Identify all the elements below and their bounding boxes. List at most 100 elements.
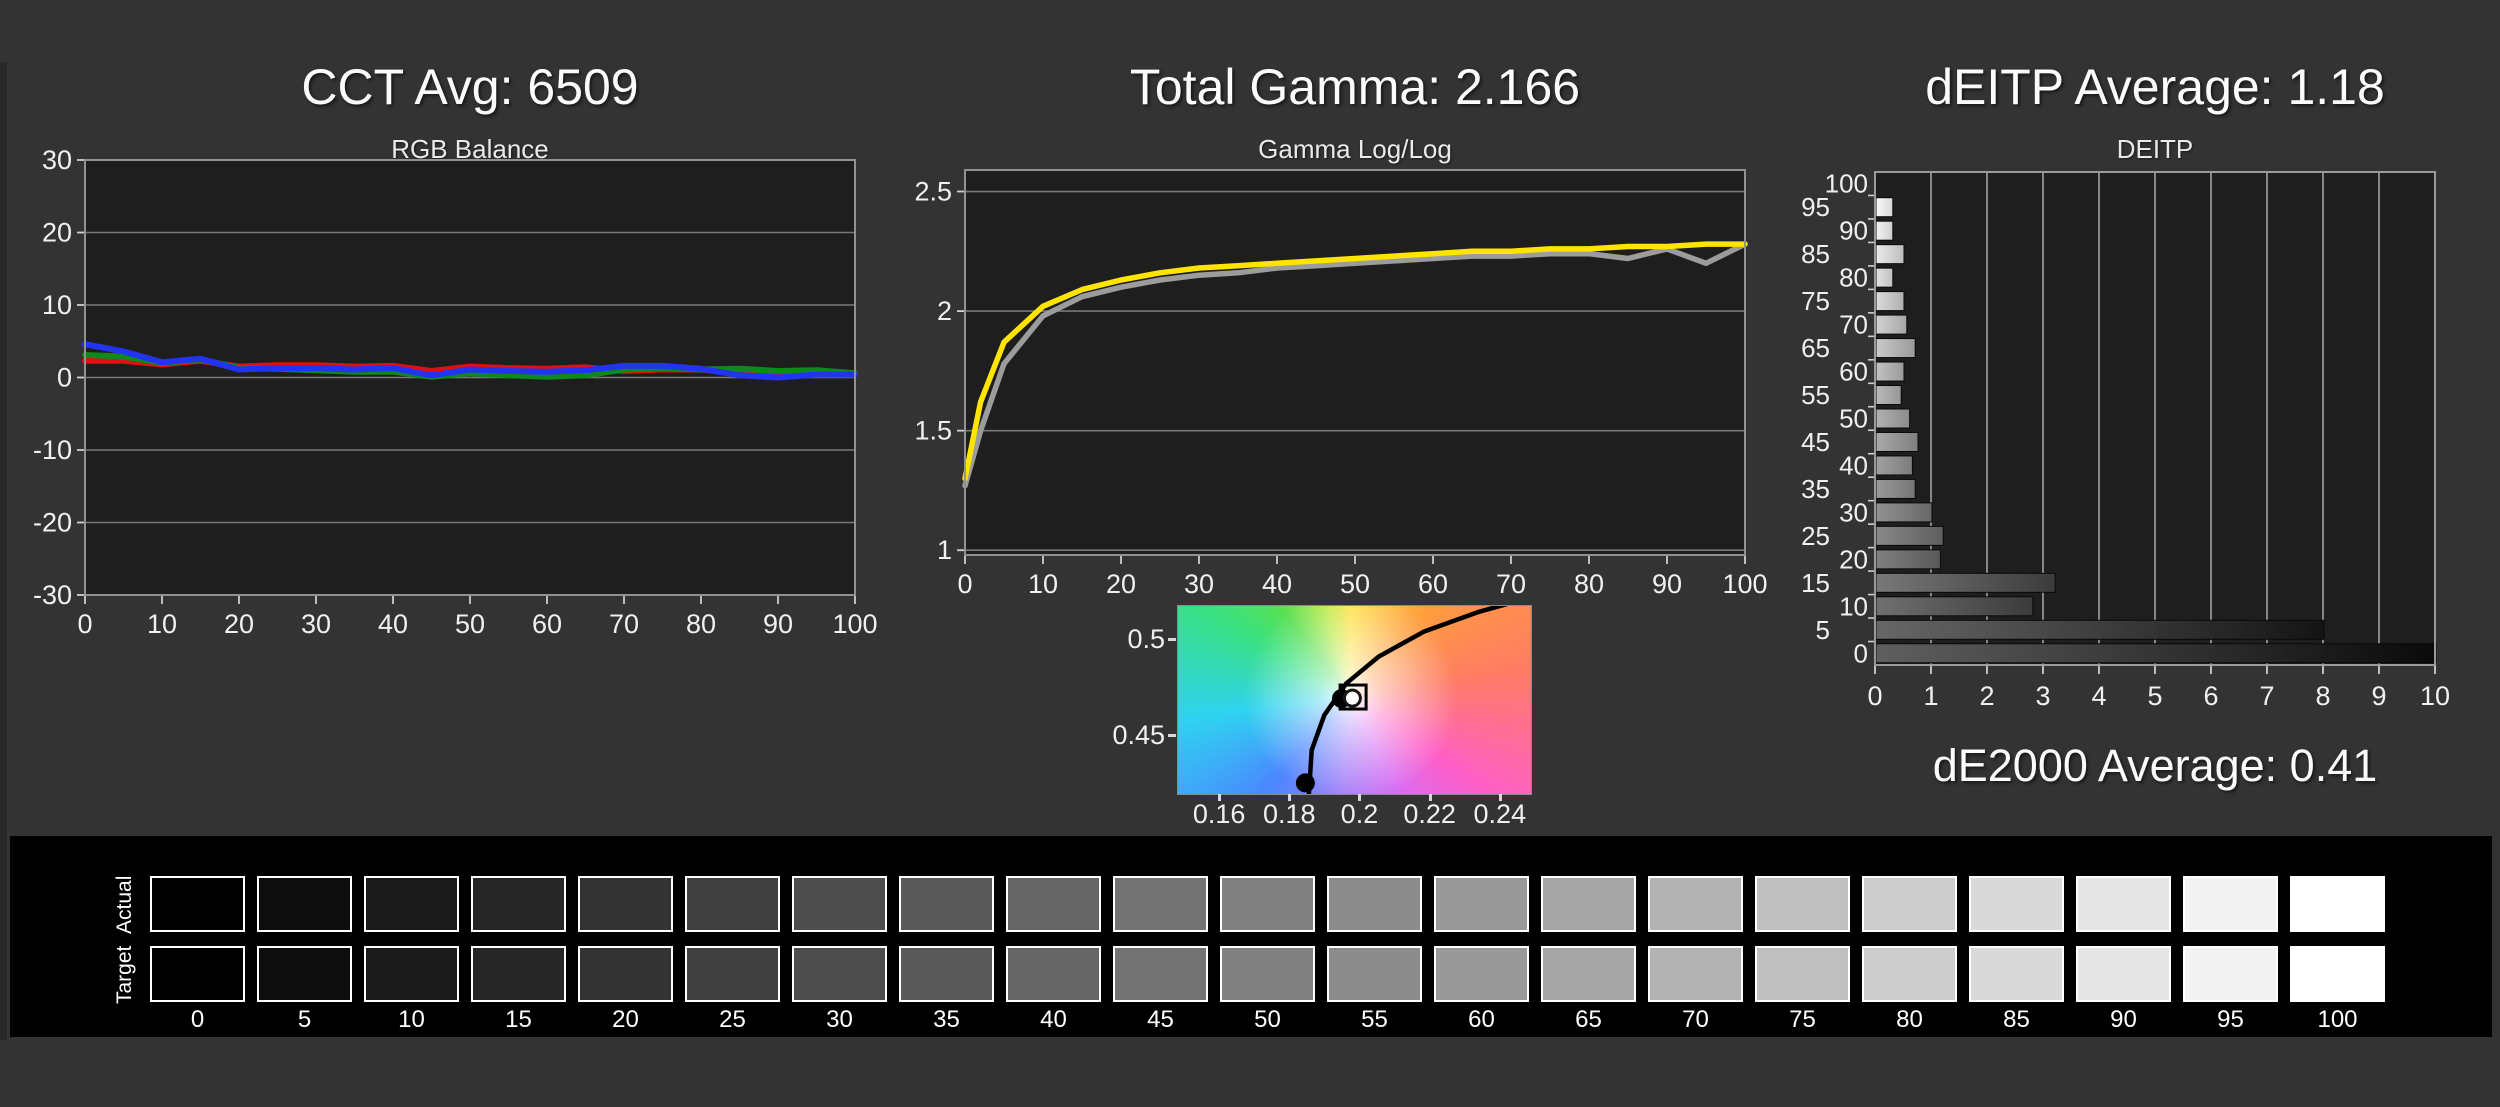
rgb-balance-chart: 3020100-10-20-300 10 20 30 40 50 60 70 80 90 100 bbox=[33, 145, 878, 639]
y-tick-label: -20 bbox=[33, 508, 72, 538]
target-swatch-90 bbox=[2076, 946, 2171, 1002]
target-swatch-85 bbox=[1969, 946, 2064, 1002]
x-tick-label: 9 bbox=[2371, 681, 2386, 710]
target-swatch-5 bbox=[257, 946, 352, 1002]
actual-swatch-75 bbox=[1755, 876, 1850, 932]
target-swatch-15 bbox=[471, 946, 566, 1002]
target-swatch-100 bbox=[2290, 946, 2385, 1002]
deitp-bar-20 bbox=[1875, 549, 1941, 570]
target-swatch-45 bbox=[1113, 946, 1208, 1002]
deitp-level-label: 95 bbox=[1801, 192, 1830, 222]
deitp-level-label: 100 bbox=[1825, 169, 1868, 199]
cie-y-tick bbox=[1168, 638, 1176, 642]
grayscale-level-label: 50 bbox=[1254, 1006, 1281, 1033]
grayscale-column-5: 5 bbox=[257, 836, 352, 1037]
actual-swatch-10 bbox=[364, 876, 459, 932]
cie-overlay bbox=[1295, 606, 1509, 794]
grayscale-column-60: 60 bbox=[1434, 836, 1529, 1037]
deitp-level-label: 0 bbox=[1854, 638, 1868, 668]
marker-measured-low bbox=[1295, 773, 1315, 793]
y-tick-label: -10 bbox=[33, 435, 72, 465]
x-tick-label: 10 bbox=[2420, 681, 2450, 710]
cie-x-label: 0.24 bbox=[1473, 799, 1527, 829]
deitp-bar-50 bbox=[1875, 408, 1911, 429]
x-tick-label: 1 bbox=[1923, 681, 1938, 710]
deitp-level-label: 45 bbox=[1801, 427, 1830, 457]
grayscale-level-label: 80 bbox=[1896, 1006, 1923, 1033]
grayscale-column-25: 25 bbox=[685, 836, 780, 1037]
x-tick-label: 7 bbox=[2259, 681, 2274, 710]
total-gamma-title: Total Gamma: 2.166 bbox=[1129, 59, 1581, 115]
deitp-level-label: 35 bbox=[1801, 474, 1830, 504]
grayscale-level-label: 70 bbox=[1682, 1006, 1709, 1033]
actual-swatch-80 bbox=[1862, 876, 1957, 932]
grayscale-column-15: 15 bbox=[471, 836, 566, 1037]
actual-swatch-50 bbox=[1220, 876, 1315, 932]
x-tick-label: 4 bbox=[2091, 681, 2106, 710]
x-tick-label: 30 bbox=[1184, 569, 1214, 599]
x-tick-label: 50 bbox=[1340, 569, 1370, 599]
deitp-bar-40 bbox=[1875, 455, 1913, 476]
plot-background bbox=[965, 170, 1745, 555]
y-tick-label: 0 bbox=[57, 363, 72, 393]
grayscale-column-0: 0 bbox=[150, 836, 245, 1037]
deitp-bar-35 bbox=[1875, 478, 1916, 499]
deitp-level-label: 40 bbox=[1839, 450, 1868, 480]
grayscale-column-55: 55 bbox=[1327, 836, 1422, 1037]
grayscale-level-label: 5 bbox=[297, 1006, 312, 1033]
cie-x-tick bbox=[1428, 794, 1432, 801]
x-tick-label: 60 bbox=[532, 609, 562, 639]
actual-swatch-90 bbox=[2076, 876, 2171, 932]
x-tick-label: 10 bbox=[1028, 569, 1058, 599]
grayscale-column-50: 50 bbox=[1220, 836, 1315, 1037]
actual-swatch-5 bbox=[257, 876, 352, 932]
y-tick-label: 30 bbox=[42, 145, 72, 175]
x-tick-label: 10 bbox=[147, 609, 177, 639]
grayscale-level-label: 45 bbox=[1147, 1006, 1174, 1033]
grayscale-column-85: 85 bbox=[1969, 836, 2064, 1037]
y-tick-label: 10 bbox=[42, 290, 72, 320]
x-tick-label: 0 bbox=[1867, 681, 1882, 710]
actual-swatch-55 bbox=[1327, 876, 1422, 932]
target-swatch-10 bbox=[364, 946, 459, 1002]
deitp-level-label: 75 bbox=[1801, 286, 1830, 316]
deitp-level-label: 85 bbox=[1801, 239, 1830, 269]
actual-swatch-100 bbox=[2290, 876, 2385, 932]
grayscale-level-label: 75 bbox=[1789, 1006, 1816, 1033]
x-labels: 0 1 2 3 4 5 6 7 8 9 10 bbox=[1867, 681, 2450, 710]
y-tick-label: 2.5 bbox=[914, 177, 952, 207]
actual-swatch-40 bbox=[1006, 876, 1101, 932]
deitp-bar-95 bbox=[1875, 197, 1894, 218]
x-tick-label: 6 bbox=[2203, 681, 2218, 710]
grayscale-level-label: 90 bbox=[2110, 1006, 2137, 1033]
target-swatch-30 bbox=[792, 946, 887, 1002]
grayscale-level-label: 95 bbox=[2217, 1006, 2244, 1033]
deitp-bar-90 bbox=[1875, 220, 1894, 241]
grayscale-level-label: 65 bbox=[1575, 1006, 1602, 1033]
deitp-level-label: 15 bbox=[1801, 568, 1830, 598]
x-tick-label: 0 bbox=[77, 609, 92, 639]
x-tick-label: 2 bbox=[1979, 681, 1994, 710]
deitp-bar-30 bbox=[1875, 502, 1933, 523]
cie-y-tick bbox=[1168, 733, 1176, 737]
grayscale-level-label: 60 bbox=[1468, 1006, 1495, 1033]
grayscale-column-70: 70 bbox=[1648, 836, 1743, 1037]
deitp-level-label: 65 bbox=[1801, 333, 1830, 363]
deitp-level-label: 90 bbox=[1839, 216, 1868, 246]
grayscale-level-label: 55 bbox=[1361, 1006, 1388, 1033]
target-swatch-55 bbox=[1327, 946, 1422, 1002]
x-tick-label: 100 bbox=[832, 609, 877, 639]
deitp-bar-0 bbox=[1875, 643, 2437, 664]
grayscale-column-75: 75 bbox=[1755, 836, 1850, 1037]
x-tick-label: 40 bbox=[378, 609, 408, 639]
x-tick-label: 3 bbox=[2035, 681, 2050, 710]
x-tick-label: 40 bbox=[1262, 569, 1292, 599]
deitp-bar-85 bbox=[1875, 244, 1905, 265]
target-swatch-25 bbox=[685, 946, 780, 1002]
deitp-bar-60 bbox=[1875, 361, 1905, 382]
target-swatch-80 bbox=[1862, 946, 1957, 1002]
deitp-bar-10 bbox=[1875, 596, 2034, 617]
deitp-bar-15 bbox=[1875, 572, 2056, 593]
x-tick-label: 0 bbox=[957, 569, 972, 599]
deitp-bar-5 bbox=[1875, 619, 2325, 640]
